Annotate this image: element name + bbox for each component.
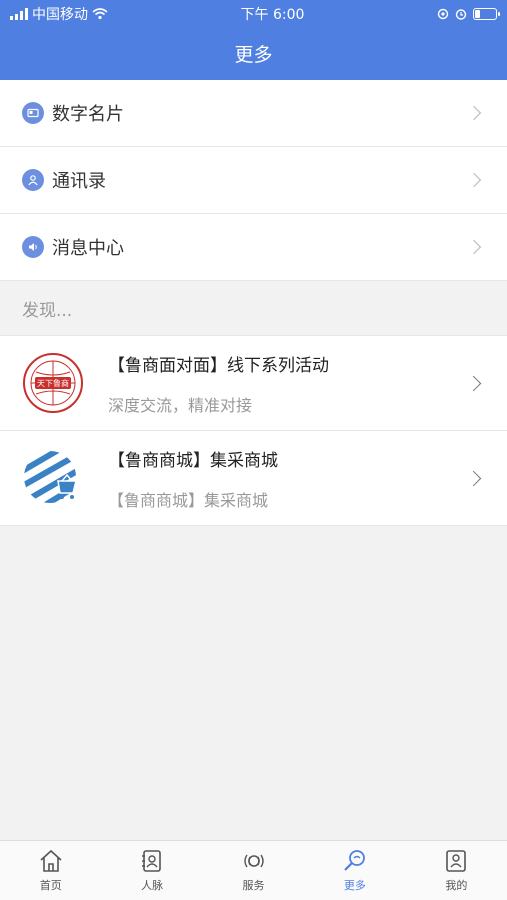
profile-icon bbox=[446, 850, 467, 872]
home-icon bbox=[40, 849, 62, 872]
top-bar: 中国移动 下午 6:00 更多 bbox=[0, 0, 507, 80]
speaker-icon bbox=[22, 236, 44, 258]
menu-item-label: 消息中心 bbox=[52, 238, 124, 259]
tab-label: 我的 bbox=[445, 879, 468, 892]
card-title: 【鲁商商城】集采商城 bbox=[108, 450, 278, 471]
bottom-tab-bar: 首页 人脉 服务 更多 我的 bbox=[0, 840, 507, 900]
chevron-right-icon bbox=[466, 172, 482, 188]
menu-item-label: 数字名片 bbox=[52, 104, 124, 125]
more-search-icon bbox=[344, 850, 365, 871]
tab-label: 首页 bbox=[39, 879, 62, 892]
discover-card-mall[interactable]: 【鲁商商城】集采商城 【鲁商商城】集采商城 bbox=[0, 431, 507, 526]
card-subtitle: 深度交流，精准对接 bbox=[108, 395, 253, 415]
tab-home[interactable]: 首页 bbox=[0, 841, 101, 900]
carrier-label: 中国移动 bbox=[32, 6, 88, 23]
chevron-right-icon bbox=[466, 239, 482, 255]
chevron-right-icon bbox=[465, 470, 482, 486]
lushang-mall-logo bbox=[24, 451, 77, 503]
discover-section-header: 发现... bbox=[0, 281, 507, 336]
wifi-icon bbox=[92, 7, 108, 19]
status-bar: 中国移动 下午 6:00 bbox=[0, 0, 507, 27]
card-title: 【鲁商面对面】线下系列活动 bbox=[108, 355, 329, 376]
menu-item-contacts[interactable]: 通讯录 bbox=[0, 147, 507, 214]
tab-label: 更多 bbox=[343, 879, 366, 892]
logo-text: 天下鲁商 bbox=[37, 378, 69, 388]
battery-icon bbox=[472, 7, 500, 20]
alarm-icon bbox=[455, 8, 467, 20]
signal-icon bbox=[10, 7, 28, 20]
business-card-icon bbox=[22, 102, 44, 124]
menu-item-business-card[interactable]: 数字名片 bbox=[0, 80, 507, 147]
tab-label: 人脉 bbox=[141, 879, 164, 892]
service-icon bbox=[243, 854, 264, 868]
chevron-right-icon bbox=[466, 105, 482, 121]
card-subtitle: 【鲁商商城】集采商城 bbox=[108, 490, 269, 510]
connections-icon bbox=[142, 850, 161, 872]
tab-service[interactable]: 服务 bbox=[203, 841, 304, 900]
settings-menu: 数字名片 通讯录 消息中心 bbox=[0, 80, 507, 281]
chevron-right-icon bbox=[465, 375, 482, 391]
menu-item-message-center[interactable]: 消息中心 bbox=[0, 214, 507, 281]
discover-card-meet[interactable]: 天下鲁商 【鲁商面对面】线下系列活动 深度交流，精准对接 bbox=[0, 336, 507, 431]
tab-more[interactable]: 更多 bbox=[304, 841, 405, 900]
page-title: 更多 bbox=[234, 44, 273, 66]
status-time: 下午 6:00 bbox=[240, 6, 305, 23]
location-lock-icon bbox=[437, 8, 449, 19]
menu-item-label: 通讯录 bbox=[52, 171, 106, 192]
tianxia-lushang-logo: 天下鲁商 bbox=[23, 353, 83, 413]
tab-label: 服务 bbox=[242, 879, 265, 892]
contacts-icon bbox=[22, 169, 44, 191]
tab-profile[interactable]: 我的 bbox=[406, 841, 507, 900]
tab-connections[interactable]: 人脉 bbox=[101, 841, 202, 900]
